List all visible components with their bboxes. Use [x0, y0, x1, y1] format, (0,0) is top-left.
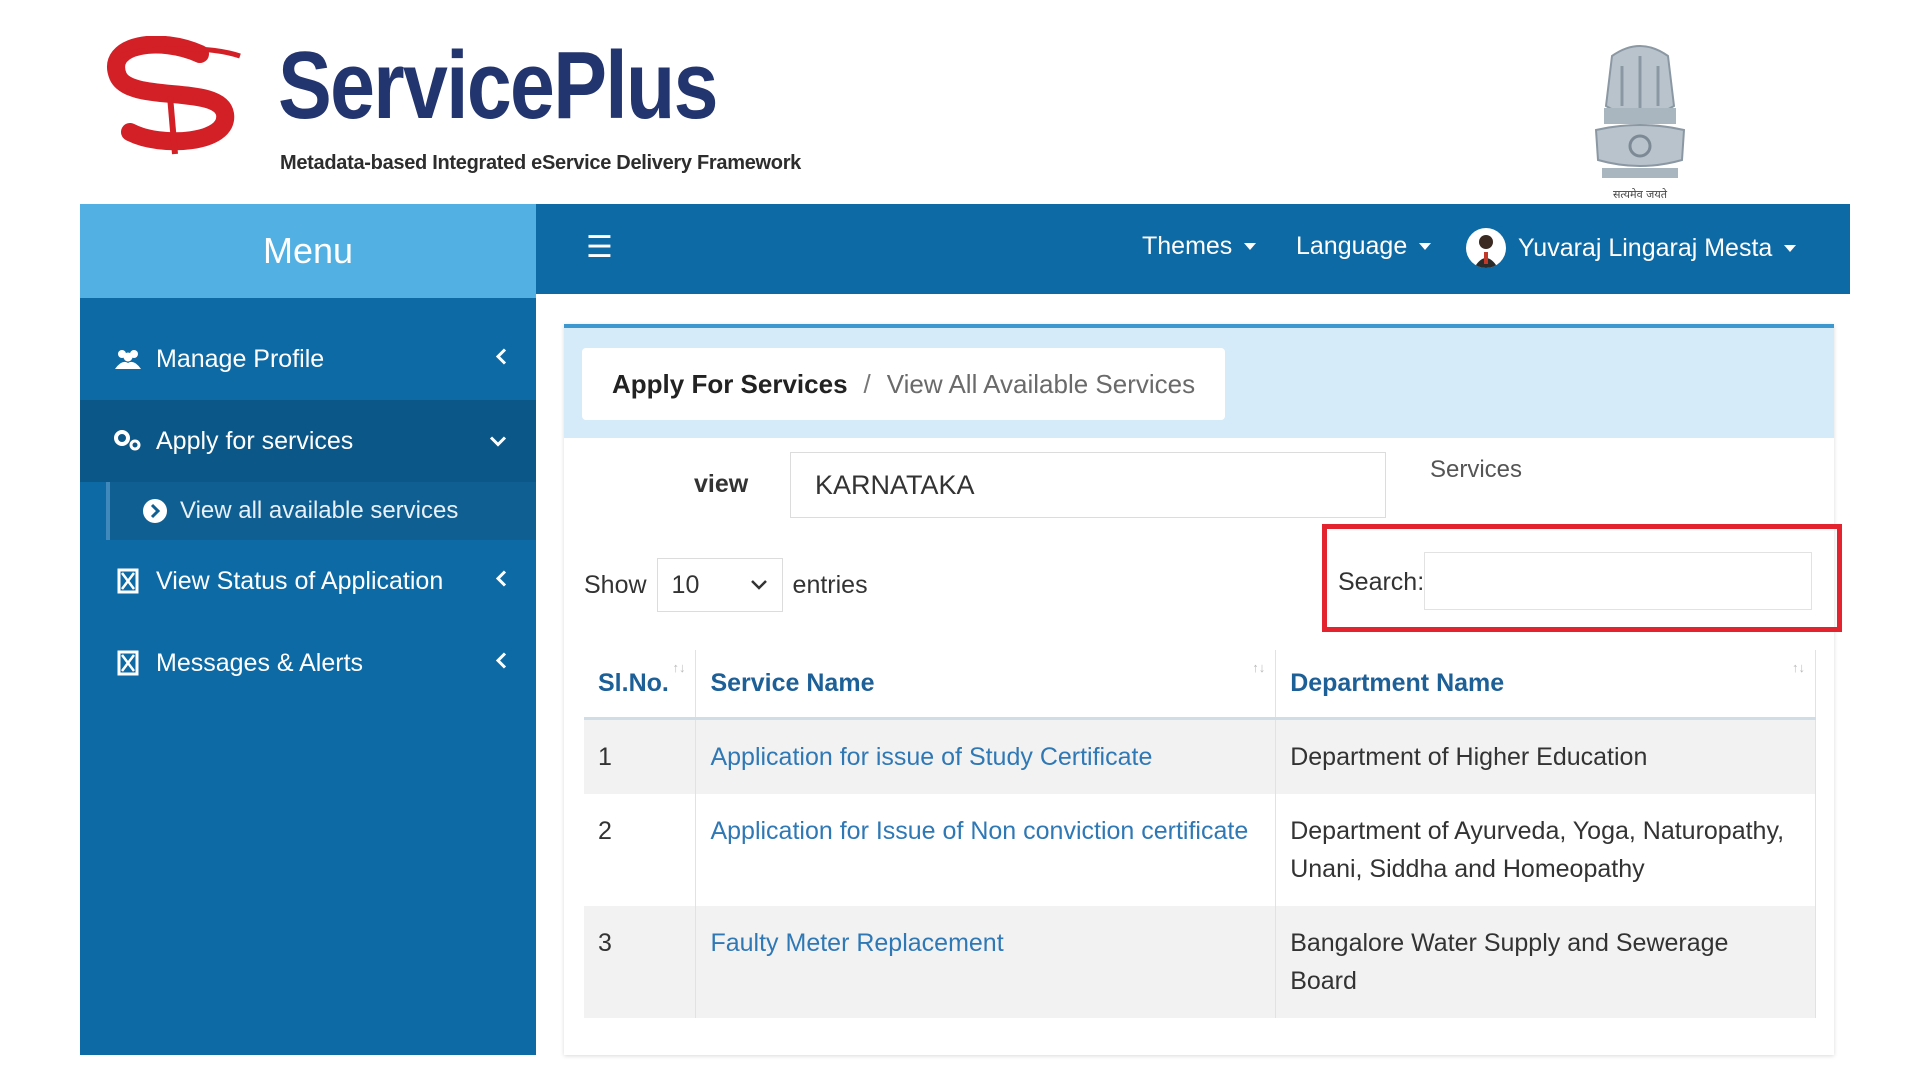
main-content: Apply For Services / View All Available … — [536, 294, 1850, 1055]
chevron-left-icon — [494, 345, 508, 374]
table-row: 3 Faulty Meter Replacement Bangalore Wat… — [584, 905, 1816, 1018]
entries-select[interactable]: 10 — [656, 558, 783, 612]
caret-down-icon — [1784, 244, 1797, 252]
sidebar-item-label: Manage Profile — [156, 344, 325, 373]
services-label: Services — [1430, 456, 1523, 483]
department-name: Department of Higher Education — [1275, 718, 1816, 794]
site-header: ServicePlus Metadata-based Integrated eS… — [80, 36, 1850, 204]
search-input[interactable] — [1424, 552, 1812, 610]
hourglass-icon — [112, 650, 144, 676]
emblem-motto: सत्यमेव जयते — [1613, 188, 1668, 201]
sort-icon: ↑↓ — [672, 660, 686, 675]
sort-icon: ↑↓ — [1792, 660, 1805, 675]
table-row: 1 Application for issue of Study Certifi… — [584, 718, 1816, 794]
sidebar-item-apply-for-services[interactable]: Apply for services — [80, 400, 536, 482]
entries-value: 10 — [671, 570, 700, 599]
gears-icon — [112, 429, 144, 453]
state-value: KARNATAKA — [815, 469, 975, 500]
column-header-slno[interactable]: Sl.No. ↑↓ — [584, 650, 697, 720]
breadcrumb-separator: / — [863, 368, 871, 399]
themes-label: Themes — [1142, 232, 1233, 260]
serviceplus-logo-icon — [107, 36, 241, 155]
entries-label: entries — [792, 570, 868, 599]
chevron-left-icon — [494, 649, 508, 678]
chevron-left-icon — [494, 567, 508, 596]
table-row: 2 Application for Issue of Non convictio… — [584, 793, 1816, 906]
avatar — [1466, 228, 1506, 268]
sidebar-item-label: View Status of Application — [156, 566, 444, 595]
service-link[interactable]: Application for Issue of Non conviction … — [710, 817, 1248, 845]
menu-title: Menu — [80, 204, 536, 298]
search-label: Search: — [1338, 568, 1425, 596]
column-header-service-name[interactable]: Service Name ↑↓ — [695, 650, 1277, 720]
sidebar-subitem-view-all-services[interactable]: View all available services — [106, 482, 536, 540]
chevron-down-icon — [488, 427, 508, 456]
row-number: 1 — [584, 718, 697, 794]
department-name: Department of Ayurveda, Yoga, Naturopath… — [1275, 793, 1816, 906]
service-link[interactable]: Application for issue of Study Certifica… — [710, 743, 1152, 771]
row-number: 3 — [584, 905, 697, 1018]
breadcrumb: Apply For Services / View All Available … — [582, 348, 1226, 420]
column-header-department-name[interactable]: Department Name ↑↓ — [1275, 650, 1816, 720]
brand-tagline: Metadata-based Integrated eService Deliv… — [280, 152, 801, 174]
hamburger-icon[interactable]: ☰ — [586, 230, 613, 265]
caret-down-icon — [1419, 243, 1432, 250]
table-header-row: Sl.No. ↑↓ Service Name ↑↓ Department Name ↑… — [584, 650, 1816, 720]
entries-control: Show 10 entries — [584, 558, 868, 612]
user-name: Yuvaraj Lingaraj Mesta — [1518, 233, 1773, 262]
caret-down-icon — [1244, 243, 1257, 250]
services-table: Sl.No. ↑↓ Service Name ↑↓ Department Name ↑… — [584, 650, 1816, 1018]
sidebar-subitem-label: View all available services — [180, 497, 459, 524]
sidebar-item-manage-profile[interactable]: Manage Profile — [80, 318, 536, 400]
language-dropdown[interactable]: Language — [1296, 232, 1432, 261]
national-emblem-icon: सत्यमेव जयते — [1594, 45, 1686, 201]
brand-name: ServicePlus — [278, 32, 718, 139]
users-icon — [112, 347, 144, 371]
service-link[interactable]: Faulty Meter Replacement — [710, 929, 1003, 957]
side-menu: Menu Manage Profile Apply for services V… — [80, 204, 536, 1055]
breadcrumb-parent[interactable]: Apply For Services — [612, 369, 848, 400]
themes-dropdown[interactable]: Themes — [1142, 232, 1257, 261]
state-field[interactable]: KARNATAKA — [790, 452, 1386, 518]
services-card: Apply For Services / View All Available … — [564, 324, 1842, 1055]
user-menu[interactable]: Yuvaraj Lingaraj Mesta — [1466, 228, 1797, 268]
sidebar-item-messages-alerts[interactable]: Messages & Alerts — [80, 622, 536, 704]
sort-icon: ↑↓ — [1252, 660, 1266, 675]
show-label: Show — [584, 570, 647, 599]
sidebar-item-label: Messages & Alerts — [156, 648, 364, 677]
language-label: Language — [1296, 232, 1408, 260]
breadcrumb-current: View All Available Services — [886, 368, 1196, 399]
card-header: Apply For Services / View All Available … — [564, 328, 1834, 438]
row-number: 2 — [584, 793, 697, 906]
top-navbar: ☰ Themes Language Yuvaraj Lingaraj Mesta — [536, 204, 1850, 294]
circle-arrow-icon — [142, 498, 168, 524]
chevron-down-icon — [750, 580, 767, 590]
view-label: view — [694, 470, 749, 498]
department-name: Bangalore Water Supply and Sewerage Boar… — [1275, 905, 1816, 1018]
hourglass-icon — [112, 568, 144, 594]
sidebar-item-view-status[interactable]: View Status of Application — [80, 540, 536, 622]
sidebar-item-label: Apply for services — [156, 426, 354, 455]
